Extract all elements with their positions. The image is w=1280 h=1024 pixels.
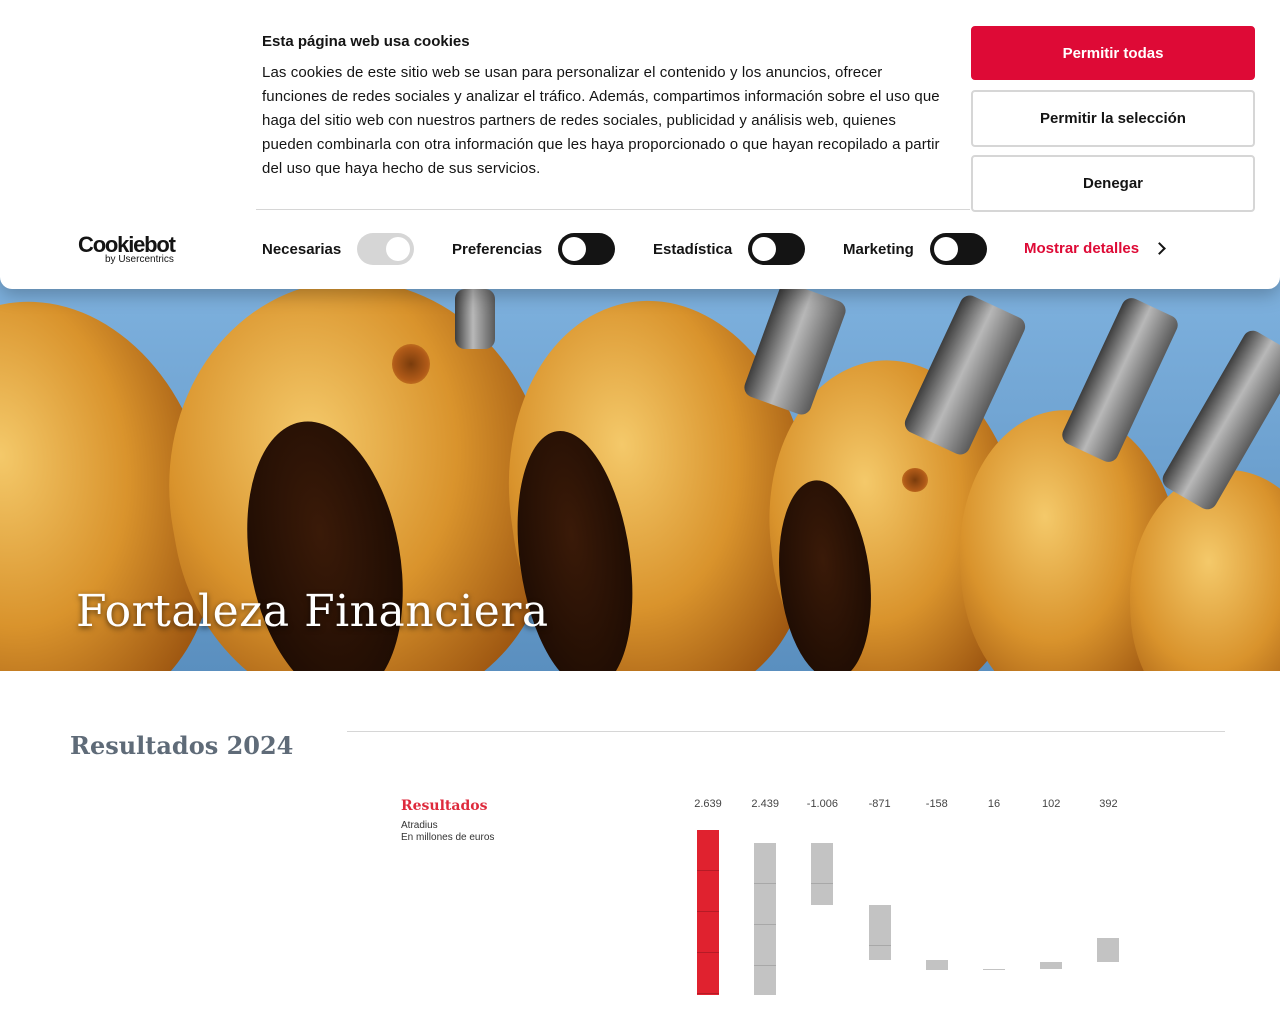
chart-bar bbox=[983, 968, 1005, 970]
preferencias-switch[interactable] bbox=[558, 233, 616, 265]
allow-selection-button[interactable]: Permitir la selección bbox=[971, 90, 1255, 147]
cookiebot-logo: Cookiebot by Usercentrics bbox=[78, 232, 182, 268]
bar-value-label: 2.639 bbox=[694, 798, 722, 810]
switch-knob bbox=[386, 237, 411, 261]
bar-value-label: 102 bbox=[1042, 798, 1061, 810]
toggle-label: Marketing bbox=[843, 240, 914, 258]
deny-button[interactable]: Denegar bbox=[971, 155, 1255, 212]
switch-knob bbox=[933, 237, 958, 261]
section-divider bbox=[347, 731, 1225, 732]
cookie-banner-title: Esta página web usa cookies bbox=[262, 33, 470, 50]
shackle-image bbox=[1059, 294, 1181, 466]
chart-bar bbox=[868, 905, 891, 960]
chart-subtitle: Atradius En millones de euros bbox=[401, 820, 494, 844]
bar-value-label: 16 bbox=[987, 798, 1001, 810]
switch-knob bbox=[752, 237, 777, 261]
cookiebot-logo-subtext: by Usercentrics bbox=[105, 254, 174, 265]
wood-knot-image bbox=[902, 468, 928, 492]
bar-value-label: -158 bbox=[925, 798, 948, 810]
toggle-estadistica: Estadística bbox=[653, 232, 806, 266]
bar-value-label: -1.006 bbox=[806, 798, 838, 810]
show-details-link[interactable]: Mostrar detalles bbox=[1024, 240, 1139, 257]
toggle-label: Preferencias bbox=[452, 240, 543, 258]
chevron-right-icon[interactable] bbox=[1153, 242, 1166, 255]
chart-bar bbox=[1040, 962, 1063, 969]
section-title: Resultados 2024 bbox=[70, 731, 294, 760]
toggle-preferencias: Preferencias bbox=[452, 232, 616, 266]
shackle-image bbox=[455, 289, 495, 349]
chart-subtitle-line: En millones de euros bbox=[401, 832, 495, 843]
bar-value-label: 2.439 bbox=[751, 798, 779, 810]
chart-bar bbox=[811, 842, 834, 906]
bar-value-label: 392 bbox=[1099, 798, 1118, 810]
toggle-label: Estadística bbox=[653, 240, 733, 258]
wood-knot-image bbox=[392, 344, 430, 384]
switch-knob bbox=[562, 237, 587, 261]
page-title: Fortaleza Financiera bbox=[76, 586, 549, 637]
toggle-necesarias: Necesarias bbox=[262, 232, 415, 266]
cookie-banner-text: Las cookies de este sitio web se usan pa… bbox=[262, 64, 940, 177]
marketing-switch[interactable] bbox=[929, 233, 987, 265]
chart-bar bbox=[697, 830, 719, 995]
cookie-consent-banner: Esta página web usa cookies Las cookies … bbox=[0, 0, 1280, 289]
bar-value-label: -871 bbox=[868, 798, 891, 810]
banner-divider bbox=[256, 209, 970, 210]
results-chart: Resultados Atradius En millones de euros… bbox=[395, 790, 1135, 1024]
allow-all-button[interactable]: Permitir todas bbox=[971, 26, 1255, 80]
chart-bar bbox=[754, 842, 777, 995]
chart-bar bbox=[925, 959, 948, 970]
chart-title: Resultados bbox=[401, 798, 488, 814]
estadistica-switch[interactable] bbox=[748, 233, 806, 265]
necesarias-switch bbox=[357, 233, 415, 265]
chart-subtitle-line: Atradius bbox=[401, 820, 438, 831]
chart-bar bbox=[1097, 937, 1120, 963]
toggle-marketing: Marketing bbox=[843, 232, 987, 266]
toggle-label: Necesarias bbox=[262, 240, 342, 258]
